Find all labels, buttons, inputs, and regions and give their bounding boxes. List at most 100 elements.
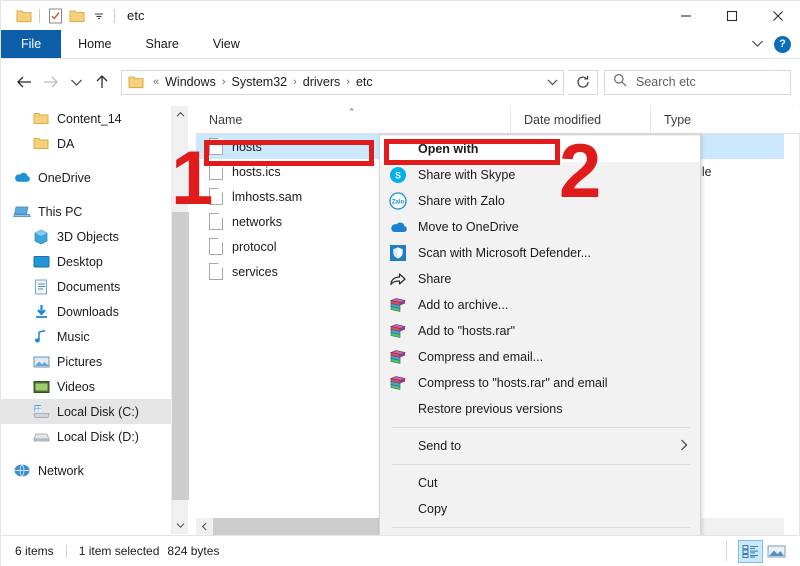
sidebar-item-documents[interactable]: Documents bbox=[1, 274, 171, 299]
context-menu-label: Compress to "hosts.rar" and email bbox=[418, 376, 608, 390]
defender-shield-icon bbox=[388, 243, 408, 263]
context-menu-item-copy[interactable]: Copy bbox=[380, 496, 700, 522]
winrar-icon bbox=[388, 295, 408, 315]
context-menu-label: Restore previous versions bbox=[418, 402, 563, 416]
chevron-down-icon[interactable] bbox=[751, 35, 764, 53]
recent-locations-icon[interactable] bbox=[63, 67, 89, 97]
breadcrumb-item-system32[interactable]: System32 bbox=[230, 75, 290, 89]
context-menu-item-add-to-hosts-rar[interactable]: Add to "hosts.rar" bbox=[380, 318, 700, 344]
sidebar-item-onedrive[interactable]: OneDrive bbox=[1, 165, 171, 190]
context-menu-item-open-with[interactable]: Open with bbox=[380, 136, 700, 162]
sidebar-item-content-14[interactable]: Content_14 bbox=[1, 106, 171, 131]
title-bar: etc bbox=[1, 1, 800, 30]
address-bar: « Windows › System32 › drivers › etc Sea… bbox=[1, 59, 800, 105]
sidebar-item-local-disk-d[interactable]: Local Disk (D:) bbox=[1, 424, 171, 449]
tab-view[interactable]: View bbox=[196, 30, 257, 58]
sidebar-item-network[interactable]: Network bbox=[1, 458, 171, 483]
sidebar-item-local-disk-c[interactable]: Local Disk (C:) bbox=[1, 399, 171, 424]
file-icon bbox=[209, 263, 223, 280]
context-menu-label: Share with Zalo bbox=[418, 194, 505, 208]
breadcrumb-bar[interactable]: « Windows › System32 › drivers › etc bbox=[121, 69, 564, 95]
blank-icon-slot bbox=[388, 399, 408, 419]
drive-icon bbox=[32, 428, 50, 446]
sidebar-item-label: 3D Objects bbox=[57, 229, 119, 244]
breadcrumb-item-etc[interactable]: etc bbox=[354, 75, 375, 89]
column-header-row: Name ⌃ Date modified Type bbox=[196, 105, 800, 134]
sidebar-item-pictures[interactable]: Pictures bbox=[1, 349, 171, 374]
sidebar-item-3d-objects[interactable]: 3D Objects bbox=[1, 224, 171, 249]
properties-icon[interactable] bbox=[44, 5, 66, 27]
context-menu-item-share[interactable]: Share bbox=[380, 266, 700, 292]
sidebar-item-label: Network bbox=[38, 463, 84, 478]
column-header-date-modified[interactable]: Date modified bbox=[510, 105, 650, 134]
context-menu-label: Send to bbox=[418, 439, 462, 453]
breadcrumb-item-windows[interactable]: Windows bbox=[163, 75, 218, 89]
sidebar-item-desktop[interactable]: Desktop bbox=[1, 249, 171, 274]
chevron-right-icon bbox=[680, 439, 688, 454]
videos-icon bbox=[32, 378, 50, 396]
close-button[interactable] bbox=[755, 1, 800, 30]
context-menu-label: Share with Skype bbox=[418, 168, 516, 182]
context-menu-separator-2 bbox=[392, 464, 690, 465]
context-menu-label: Add to archive... bbox=[418, 298, 509, 312]
new-folder-icon[interactable] bbox=[66, 5, 88, 27]
context-menu-item-share-with-skype[interactable]: S Share with Skype bbox=[380, 162, 700, 188]
scroll-left-icon[interactable] bbox=[196, 518, 213, 535]
breadcrumb-separator-1[interactable]: › bbox=[218, 76, 230, 88]
sidebar-item-da[interactable]: DA bbox=[1, 131, 171, 156]
minimize-button[interactable] bbox=[663, 1, 709, 30]
refresh-button[interactable] bbox=[568, 69, 598, 95]
file-explorer-window: etc File Home Share View ? « Windows › S… bbox=[0, 0, 800, 566]
scrollbar-thumb[interactable] bbox=[172, 212, 189, 500]
help-icon[interactable]: ? bbox=[774, 35, 791, 53]
sidebar-item-downloads[interactable]: Downloads bbox=[1, 299, 171, 324]
breadcrumb-root[interactable]: « bbox=[149, 76, 163, 88]
sidebar-item-label: Downloads bbox=[57, 304, 119, 319]
details-view-icon[interactable] bbox=[738, 539, 763, 563]
context-menu-item-restore-previous-versions[interactable]: Restore previous versions bbox=[380, 396, 700, 422]
sidebar-item-music[interactable]: Music bbox=[1, 324, 171, 349]
large-icons-view-icon[interactable] bbox=[764, 540, 789, 563]
search-box[interactable]: Search etc bbox=[604, 69, 791, 95]
sidebar-item-videos[interactable]: Videos bbox=[1, 374, 171, 399]
zalo-icon: Zalo bbox=[388, 191, 408, 211]
scroll-up-icon[interactable] bbox=[172, 106, 189, 123]
context-menu-item-compress-and-email[interactable]: Compress and email... bbox=[380, 344, 700, 370]
quick-access-toolbar: etc bbox=[1, 1, 145, 30]
onedrive-icon bbox=[13, 169, 31, 187]
file-icon bbox=[209, 238, 223, 255]
breadcrumb-separator-3[interactable]: › bbox=[342, 76, 354, 88]
3d-objects-icon bbox=[32, 228, 50, 246]
folder-icon[interactable] bbox=[13, 5, 35, 27]
chevron-down-icon[interactable] bbox=[541, 71, 563, 94]
context-menu-item-share-with-zalo[interactable]: Zalo Share with Zalo bbox=[380, 188, 700, 214]
column-header-type[interactable]: Type bbox=[650, 105, 800, 134]
maximize-button[interactable] bbox=[709, 1, 755, 30]
search-icon bbox=[613, 73, 627, 92]
column-header-name[interactable]: Name ⌃ bbox=[196, 106, 510, 134]
sidebar-item-label: Documents bbox=[57, 279, 121, 294]
tab-share[interactable]: Share bbox=[129, 30, 196, 58]
context-menu-label: Move to OneDrive bbox=[418, 220, 519, 234]
breadcrumb-item-drivers[interactable]: drivers bbox=[301, 75, 343, 89]
window-title: etc bbox=[127, 8, 145, 23]
context-menu-item-scan-with-defender[interactable]: Scan with Microsoft Defender... bbox=[380, 240, 700, 266]
scroll-down-icon[interactable] bbox=[172, 517, 189, 534]
context-menu-item-move-to-onedrive[interactable]: Move to OneDrive bbox=[380, 214, 700, 240]
sidebar-item-this-pc[interactable]: This PC bbox=[1, 199, 171, 224]
navigation-pane-scrollbar[interactable] bbox=[171, 106, 189, 534]
blank-icon-slot bbox=[388, 436, 408, 456]
context-menu-item-cut[interactable]: Cut bbox=[380, 470, 700, 496]
context-menu-item-compress-to-hosts-rar-and-email[interactable]: Compress to "hosts.rar" and email bbox=[380, 370, 700, 396]
up-arrow-icon[interactable] bbox=[89, 67, 115, 97]
customize-dropdown-icon[interactable] bbox=[88, 5, 110, 27]
ribbon-right-controls: ? bbox=[751, 30, 800, 58]
back-arrow-icon[interactable] bbox=[11, 67, 37, 97]
file-icon bbox=[209, 163, 223, 180]
breadcrumb-separator-2[interactable]: › bbox=[289, 76, 301, 88]
tab-home[interactable]: Home bbox=[61, 30, 128, 58]
context-menu-label: Add to "hosts.rar" bbox=[418, 324, 516, 338]
context-menu-item-add-to-archive[interactable]: Add to archive... bbox=[380, 292, 700, 318]
tab-file[interactable]: File bbox=[1, 30, 62, 58]
context-menu-item-send-to[interactable]: Send to bbox=[380, 433, 700, 459]
